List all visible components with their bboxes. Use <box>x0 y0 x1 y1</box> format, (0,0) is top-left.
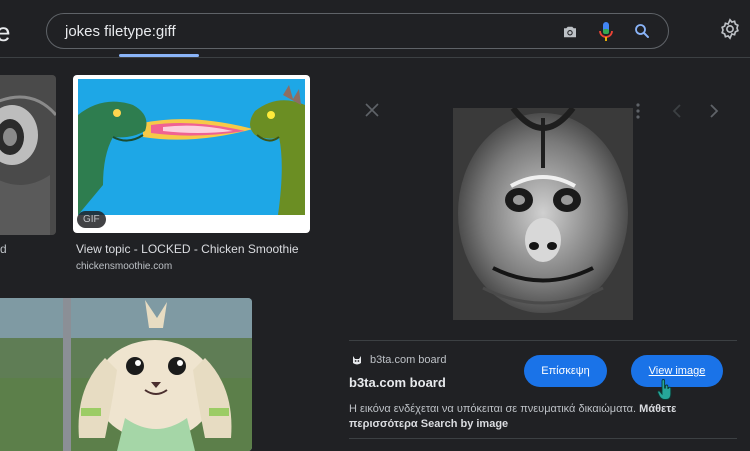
result-title[interactable]: View topic - LOCKED - Chicken Smoothie <box>76 242 299 256</box>
divider <box>349 438 737 439</box>
search-by-image-link[interactable]: Search by image <box>421 418 508 430</box>
gear-icon[interactable] <box>719 18 741 40</box>
gif-badge: GIF <box>77 211 106 228</box>
microphone-icon[interactable] <box>598 21 614 43</box>
close-icon[interactable] <box>365 103 379 117</box>
image-results: d GIF View topic - LOCKED - Chicken Smoo… <box>0 58 335 451</box>
copyright-notice: Η εικόνα ενδέχεται να υπόκειται σε πνευμ… <box>349 402 719 432</box>
search-input[interactable]: jokes filetype:giff <box>65 23 176 40</box>
copyright-text: Η εικόνα ενδέχεται να υπόκειται σε πνευμ… <box>349 403 637 415</box>
visit-button[interactable]: Επίσκεψη <box>524 355 607 387</box>
search-box[interactable]: jokes filetype:giff <box>46 13 669 49</box>
chevron-left-icon[interactable] <box>672 104 682 118</box>
camera-icon[interactable] <box>561 23 579 41</box>
active-tab-indicator <box>119 54 199 57</box>
result-thumbnail-monkey[interactable] <box>0 75 56 235</box>
google-logo-fragment[interactable]: e <box>0 17 10 48</box>
view-image-button[interactable]: View image <box>631 355 723 387</box>
site-favicon-icon <box>351 354 363 366</box>
result-thumbnail-bunny[interactable] <box>0 298 252 451</box>
divider <box>349 340 737 341</box>
preview-site-name[interactable]: b3ta.com board <box>370 354 446 366</box>
image-preview-panel: b3ta.com board b3ta.com board Επίσκεψη V… <box>335 58 750 451</box>
result-site[interactable]: chickensmoothie.com <box>76 261 172 272</box>
preview-image[interactable] <box>453 108 633 320</box>
result-title-cut[interactable]: d <box>0 242 7 256</box>
result-thumbnail-dragons[interactable]: GIF <box>73 75 310 233</box>
header: e jokes filetype:giff <box>0 0 750 58</box>
more-options-icon[interactable] <box>633 102 643 120</box>
search-icon[interactable] <box>633 22 651 40</box>
preview-title[interactable]: b3ta.com board <box>349 375 446 390</box>
hand-cursor-icon <box>657 379 672 400</box>
chevron-right-icon[interactable] <box>709 104 719 118</box>
